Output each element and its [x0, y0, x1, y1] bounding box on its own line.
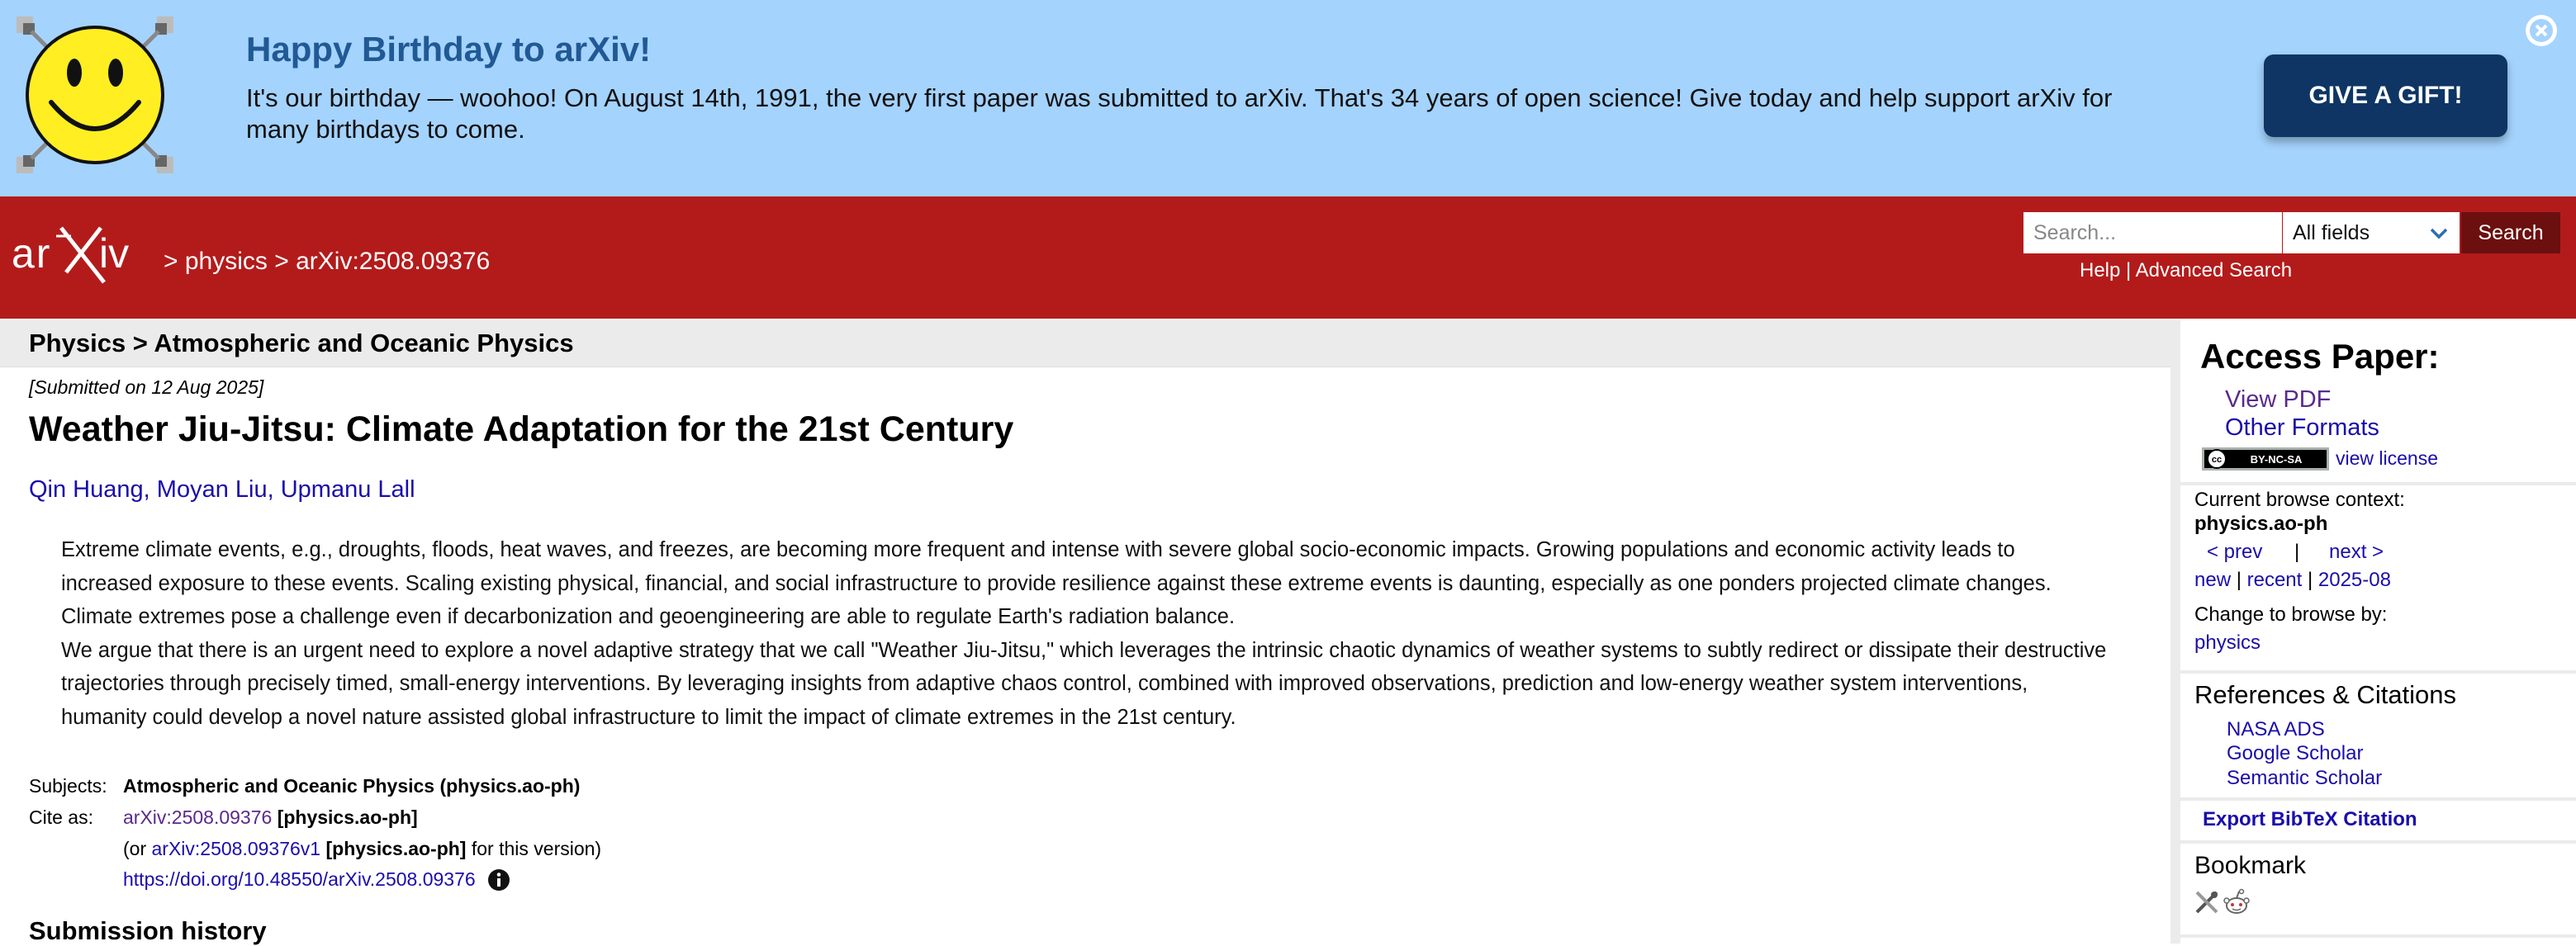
header-links: Help | Advanced Search — [2080, 259, 2292, 282]
browse-context-value: physics.ao-ph — [2194, 513, 2328, 535]
birthday-banner: Happy Birthday to arXiv! It's our birthd… — [0, 0, 2576, 196]
sidebar-border — [2170, 320, 2180, 944]
browse-separator: | — [2302, 569, 2318, 591]
cite-id-link[interactable]: arXiv:2508.09376 — [123, 806, 272, 828]
nav-separator: | — [2294, 541, 2300, 563]
metadata-table: Subjects: Atmospheric and Oceanic Physic… — [29, 770, 605, 896]
version-suffix: for this version) — [466, 837, 602, 859]
author-link[interactable]: Upmanu Lall — [281, 476, 415, 503]
smiley-face-icon — [17, 17, 173, 173]
search-field-value: All fields — [2293, 220, 2370, 244]
chevron-down-icon — [2430, 228, 2448, 239]
nasa-ads-link[interactable]: NASA ADS — [2227, 718, 2325, 741]
subjects-value: Atmospheric and Oceanic Physics (physics… — [123, 770, 605, 802]
cite-label: Cite as: — [29, 806, 93, 828]
bibsonomy-icon[interactable] — [2194, 890, 2219, 915]
banner-title: Happy Birthday to arXiv! — [246, 30, 652, 69]
cite-category: [physics.ao-ph] — [272, 806, 418, 828]
semantic-scholar-link[interactable]: Semantic Scholar — [2227, 767, 2382, 790]
breadcrumb-separator: > — [164, 248, 185, 275]
sidebar-divider — [2180, 934, 2576, 938]
svg-text:ar: ar — [12, 230, 51, 277]
sidebar-divider — [2180, 670, 2576, 674]
google-scholar-link[interactable]: Google Scholar — [2227, 742, 2363, 765]
svg-text:cc: cc — [2212, 455, 2222, 465]
abstract-paragraph: We argue that there is an urgent need to… — [61, 638, 2107, 729]
access-paper-heading: Access Paper: — [2200, 337, 2440, 376]
subjects-row: Subjects: Atmospheric and Oceanic Physic… — [29, 770, 605, 802]
prev-link[interactable]: < prev — [2207, 541, 2262, 564]
link-separator: | — [2120, 259, 2136, 281]
version-id-link[interactable]: arXiv:2508.09376v1 — [152, 838, 321, 859]
give-a-gift-button[interactable]: GIVE A GIFT! — [2264, 54, 2507, 137]
version-row: (or arXiv:2508.09376v1 [physics.ao-ph] f… — [29, 833, 605, 864]
sidebar-divider — [2180, 482, 2576, 485]
browse-new-link[interactable]: new — [2194, 569, 2231, 591]
sidebar-divider — [2180, 797, 2576, 801]
subject-heading: Physics > Atmospheric and Oceanic Physic… — [29, 329, 574, 357]
view-license-link[interactable]: view license — [2336, 447, 2438, 470]
reddit-icon[interactable] — [2223, 888, 2251, 916]
next-link[interactable]: next > — [2329, 541, 2384, 564]
breadcrumb: > physics > arXiv:2508.09376 — [164, 248, 490, 276]
subject-bar: Physics > Atmospheric and Oceanic Physic… — [0, 320, 2170, 367]
breadcrumb-separator: > — [267, 248, 297, 275]
search-button[interactable]: Search — [2461, 212, 2560, 253]
subjects-label: Subjects: — [29, 774, 107, 797]
browse-separator: | — [2231, 569, 2247, 591]
author-separator: , — [143, 476, 157, 503]
abstract: Extreme climate events, e.g., droughts, … — [61, 533, 2109, 734]
doi-row: https://doi.org/10.48550/arXiv.2508.0937… — [29, 864, 605, 896]
browse-month-link[interactable]: 2025-08 — [2318, 569, 2391, 591]
view-pdf-link[interactable]: View PDF — [2225, 386, 2331, 414]
advanced-search-link[interactable]: Advanced Search — [2136, 259, 2292, 281]
cc-license-icon[interactable]: cc BY-NC-SA — [2202, 447, 2329, 471]
version-prefix: (or — [123, 837, 152, 859]
breadcrumb-paper-id: arXiv:2508.09376 — [296, 248, 491, 275]
version-value: (or arXiv:2508.09376v1 [physics.ao-ph] f… — [123, 833, 605, 864]
author-link[interactable]: Moyan Liu — [157, 476, 268, 503]
close-circle-icon[interactable] — [2524, 13, 2559, 48]
doi-link[interactable]: https://doi.org/10.48550/arXiv.2508.0937… — [123, 868, 476, 890]
banner-message: It's our birthday — woohoo! On August 14… — [246, 83, 2113, 144]
browse-links: new | recent | 2025-08 — [2194, 569, 2391, 592]
search-input[interactable]: Search... — [2023, 212, 2282, 253]
author-list: Qin Huang, Moyan Liu, Upmanu Lall — [29, 476, 415, 504]
cc-badge-text: BY-NC-SA — [2251, 453, 2303, 466]
submission-history-heading: Submission history — [29, 916, 267, 945]
svg-text:iv: iv — [99, 230, 129, 277]
sidebar-divider — [2180, 840, 2576, 844]
submission-date: [Submitted on 12 Aug 2025] — [29, 376, 264, 398]
info-icon[interactable] — [487, 868, 510, 892]
abstract-paragraph: Extreme climate events, e.g., droughts, … — [61, 538, 2052, 628]
browse-recent-link[interactable]: recent — [2247, 569, 2303, 591]
references-heading: References & Citations — [2194, 680, 2457, 709]
site-header: ar iv > physics > arXiv:2508.09376 Searc… — [0, 196, 2576, 319]
change-browse-label: Change to browse by: — [2194, 603, 2388, 626]
author-link[interactable]: Qin Huang — [29, 476, 144, 503]
other-formats-link[interactable]: Other Formats — [2225, 414, 2379, 442]
search-field-select[interactable]: All fields — [2283, 212, 2460, 253]
export-bibtex-link[interactable]: Export BibTeX Citation — [2203, 808, 2417, 831]
help-link[interactable]: Help — [2080, 259, 2120, 281]
breadcrumb-physics[interactable]: physics — [185, 248, 268, 275]
browse-physics-link[interactable]: physics — [2194, 631, 2261, 655]
cite-row: Cite as: arXiv:2508.09376 [physics.ao-ph… — [29, 802, 605, 833]
subjects-text: Atmospheric and Oceanic Physics (physics… — [123, 774, 581, 797]
doi-value: https://doi.org/10.48550/arXiv.2508.0937… — [123, 864, 605, 896]
cite-value: arXiv:2508.09376 [physics.ao-ph] — [123, 802, 605, 833]
author-separator: , — [267, 476, 281, 503]
bookmark-heading: Bookmark — [2194, 852, 2307, 879]
paper-title: Weather Jiu-Jitsu: Climate Adaptation fo… — [29, 409, 1014, 449]
version-category: [physics.ao-ph] — [320, 837, 467, 859]
browse-context-label: Current browse context: — [2194, 489, 2405, 511]
arxiv-logo[interactable]: ar iv — [12, 223, 160, 287]
